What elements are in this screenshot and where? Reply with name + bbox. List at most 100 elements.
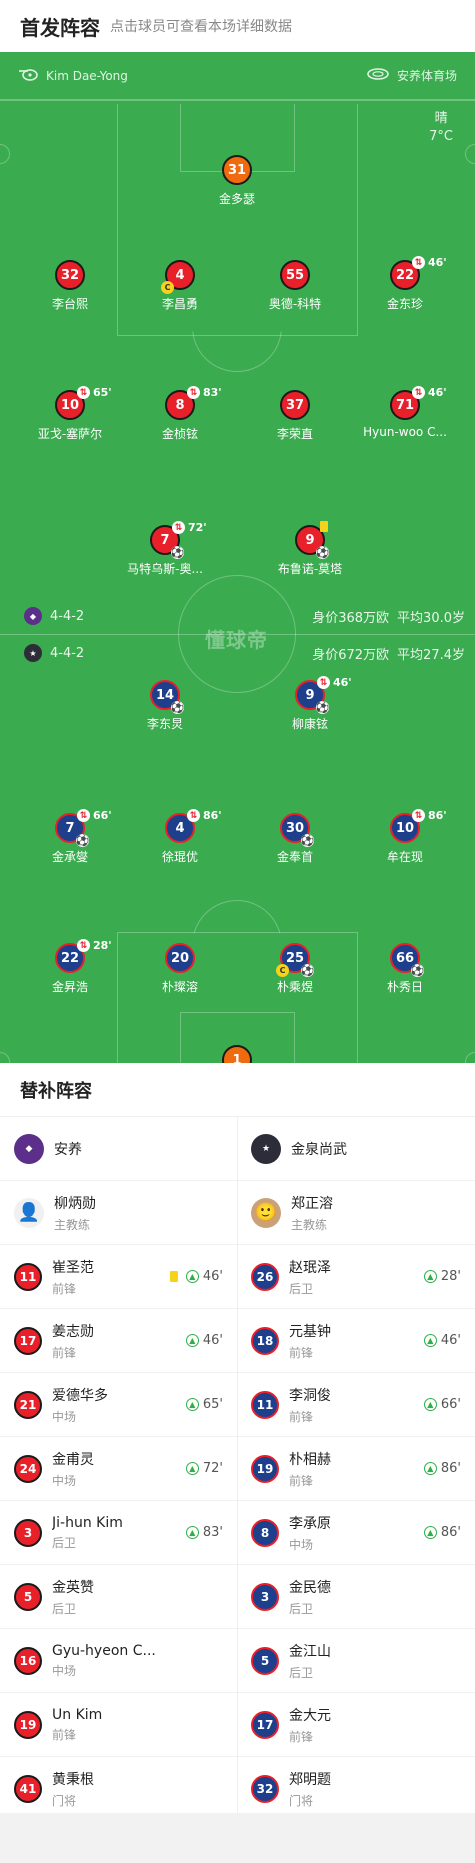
sub-player-row[interactable]: 5 金江山 后卫 [237, 1629, 475, 1693]
home-player[interactable]: 7 ⚽ ⇅ 72' 马特乌斯-奥... [105, 521, 225, 577]
sub-event: ▲ 65' [185, 1397, 223, 1412]
sub-in-minute: 28' [440, 1269, 461, 1284]
player-number-badge: 7 ⚽ ⇅ 66' [55, 809, 112, 847]
home-player[interactable]: 10 ⇅ 65' 亚戈-塞萨尔 [10, 386, 130, 442]
player-number: 55 [285, 267, 305, 283]
player-name: 金承燮 [51, 850, 88, 864]
sub-in-icon: ▲ [185, 1462, 199, 1475]
away-player[interactable]: 66 ⚽ 朴秀日 [345, 943, 465, 995]
player-number: 1 [232, 1052, 242, 1064]
sub-position: 中场 [52, 1663, 77, 1678]
ball-icon: ⚽ [170, 701, 185, 714]
sub-name: 爱德华多 [52, 1387, 108, 1404]
pitch-line [0, 100, 475, 101]
sub-player-row[interactable]: 11 李洞俊 前锋 ▲ 66' [237, 1373, 475, 1437]
home-team-row[interactable]: ◆ 安养 [0, 1117, 237, 1181]
sub-in-icon: ▲ [185, 1270, 199, 1283]
away-player[interactable]: 7 ⚽ ⇅ 66' 金承燮 [10, 809, 130, 865]
player-name: 朴璨溶 [161, 980, 198, 994]
home-formation: 4-4-2 [50, 608, 85, 624]
player-number: 4 [175, 267, 185, 283]
away-player[interactable]: 10 ⇅ 86' 牟在现 [345, 809, 465, 865]
sub-position: 后卫 [289, 1665, 314, 1680]
sub-player-row[interactable]: 11 崔圣范 前锋 ▲ 46' [0, 1245, 237, 1309]
player-number-badge: 9 ⚽ ⇅ 46' [295, 676, 352, 714]
player-number-badge: 1 [222, 1045, 252, 1063]
home-player[interactable]: 31 金多瑟 [177, 155, 297, 207]
sub-number: 3 [14, 1518, 42, 1547]
substitution-minute: 46' [333, 676, 352, 689]
subs-title: 替补阵容 [0, 1063, 475, 1117]
home-player[interactable]: 9 ⚽ 布鲁诺-莫塔 [250, 521, 370, 577]
sub-player-row[interactable]: 5 金英赞 后卫 [0, 1565, 237, 1629]
sub-number: 19 [251, 1454, 279, 1483]
sub-player-row[interactable]: 21 爱德华多 中场 ▲ 65' [0, 1373, 237, 1437]
sub-player-row[interactable]: 32 郑明题 门将 [237, 1757, 475, 1821]
sub-player-row[interactable]: 41 黄秉根 门将 [0, 1757, 237, 1821]
away-player[interactable]: 14 ⚽ 李东炅 [105, 680, 225, 732]
player-number: 31 [227, 162, 247, 178]
sub-player-row[interactable]: 16 Gyu-hyeon C... 中场 [0, 1629, 237, 1693]
ball-icon: ⚽ [300, 834, 315, 847]
coach-name: 郑正溶 [291, 1195, 333, 1212]
sub-player-row[interactable]: 8 李承原 中场 ▲ 86' [237, 1501, 475, 1565]
substitution-icon: ⇅ [187, 809, 200, 822]
stadium-icon [367, 67, 389, 84]
substitution-minute: 46' [428, 386, 447, 399]
sub-name: 李洞俊 [289, 1387, 331, 1404]
player-name: 朴乘煜 [276, 980, 313, 994]
sub-player-row[interactable]: 24 金甫灵 中场 ▲ 72' [0, 1437, 237, 1501]
sub-number: 5 [251, 1646, 279, 1675]
sub-number: 17 [14, 1326, 42, 1355]
home-player[interactable]: 71 ⇅ 46' Hyun-woo C... [345, 386, 465, 439]
sub-name: 黄秉根 [52, 1771, 94, 1788]
away-player[interactable]: 4 ⇅ 86' 徐琨优 [120, 809, 240, 865]
sub-number: 16 [14, 1646, 42, 1675]
sub-player-row[interactable]: 3 金民德 后卫 [237, 1565, 475, 1629]
sub-player-row[interactable]: 19 Un Kim 前锋 [0, 1693, 237, 1757]
avatar-placeholder-icon: 👤 [14, 1197, 44, 1228]
player-name: 朴秀日 [386, 980, 423, 994]
sub-player-row[interactable]: 18 元基钟 前锋 ▲ 46' [237, 1309, 475, 1373]
away-player[interactable]: 9 ⚽ ⇅ 46' 柳康铉 [250, 676, 370, 732]
sub-player-row[interactable]: 3 Ji-hun Kim 后卫 ▲ 83' [0, 1501, 237, 1565]
sub-player-row[interactable]: 26 赵珉泽 后卫 ▲ 28' [237, 1245, 475, 1309]
sub-position: 前锋 [289, 1473, 314, 1488]
away-team-row[interactable]: ★ 金泉尚武 [237, 1117, 475, 1181]
substitution-minute: 66' [93, 809, 112, 822]
home-coach-row[interactable]: 👤 柳炳勋 主教练 [0, 1181, 237, 1245]
away-team-logo: ★ [24, 644, 42, 662]
away-player[interactable]: 1金东宪 [177, 1045, 297, 1063]
sub-position: 后卫 [52, 1601, 77, 1616]
sub-player-row[interactable]: 17 金大元 前锋 [237, 1693, 475, 1757]
away-coach-row[interactable]: 🙂 郑正溶 主教练 [237, 1181, 475, 1245]
substitution-minute: 83' [203, 386, 222, 399]
substitution-icon: ⇅ [412, 809, 425, 822]
sub-number: 5 [14, 1582, 42, 1611]
sub-in-icon: ▲ [423, 1334, 437, 1347]
player-name: 李荣直 [276, 427, 313, 441]
away-player[interactable]: 22 ⇅ 28' 金昇浩 [10, 939, 130, 995]
home-player[interactable]: 8 ⇅ 83' 金桢铉 [120, 386, 240, 442]
home-player[interactable]: 32 李台熙 [10, 260, 130, 312]
home-player[interactable]: 4 C 李昌勇 [120, 260, 240, 312]
away-player[interactable]: 30 ⚽ 金奉首 [235, 813, 355, 865]
substitution-minute: 72' [188, 521, 207, 534]
pitch: Kim Dae-Yong 安养体育场 晴 7°C ◆ 4-4-2 身价368万欧… [0, 52, 475, 1063]
sub-player-row[interactable]: 19 朴相赫 前锋 ▲ 86' [237, 1437, 475, 1501]
away-player[interactable]: 25 C ⚽ 朴乘煜 [235, 943, 355, 995]
sub-player-row[interactable]: 17 姜志勋 前锋 ▲ 46' [0, 1309, 237, 1373]
player-name: 金多瑟 [218, 192, 255, 206]
sub-name: 李承原 [289, 1515, 331, 1532]
sub-in-minute: 46' [202, 1269, 223, 1284]
sub-event: ▲ 72' [185, 1461, 223, 1476]
player-number: 22 [60, 950, 80, 966]
home-player[interactable]: 37 李荣直 [235, 390, 355, 442]
home-player[interactable]: 55 奥德-科特 [235, 260, 355, 312]
yellow-card-icon [320, 521, 328, 532]
player-number: 9 [305, 532, 315, 548]
sub-number: 21 [14, 1390, 42, 1419]
home-player[interactable]: 22 ⇅ 46' 金东珍 [345, 256, 465, 312]
away-player[interactable]: 20 朴璨溶 [120, 943, 240, 995]
player-number: 20 [170, 950, 190, 966]
